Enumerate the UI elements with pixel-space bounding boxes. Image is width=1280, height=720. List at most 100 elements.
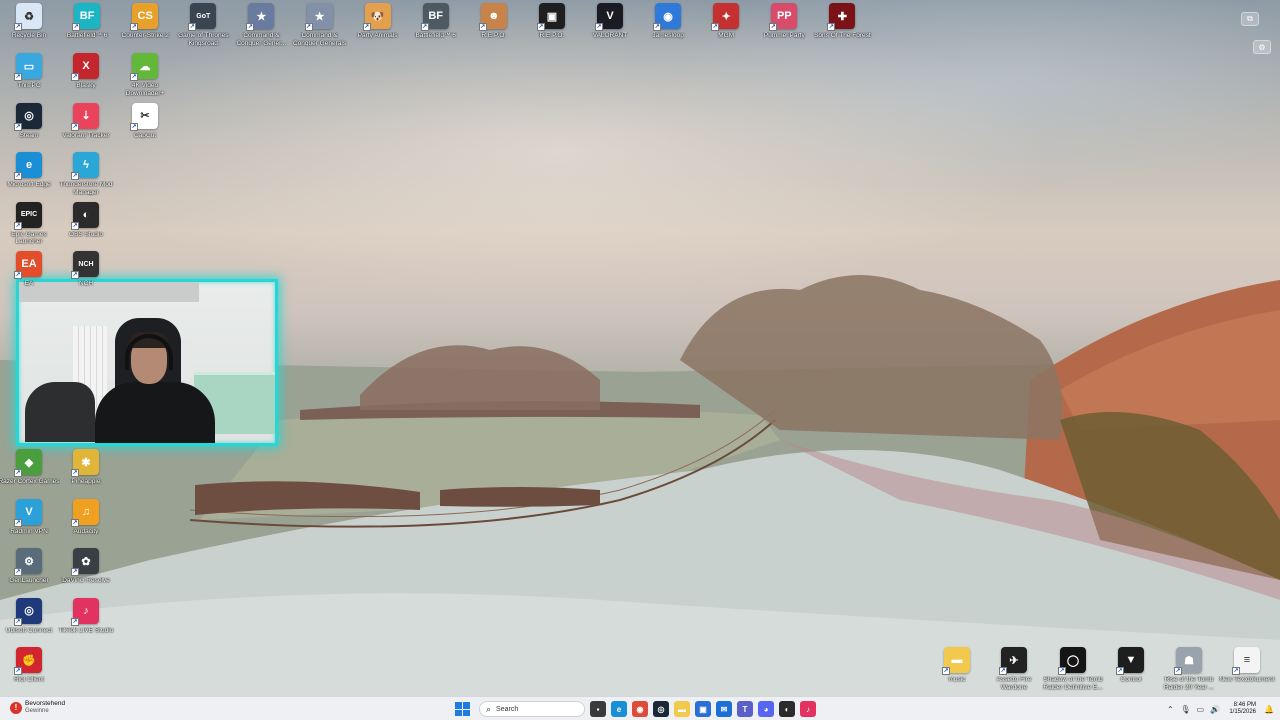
desktop-shortcut[interactable]: ▼ ↗ Control xyxy=(1102,647,1160,697)
desktop-shortcut-label: DaVinci Resolve xyxy=(62,577,110,584)
desktop-shortcut[interactable]: 🐶 ↗ Party Animals xyxy=(349,3,407,53)
taskbar-edge-icon[interactable]: e xyxy=(611,701,627,717)
desktop-shortcut[interactable]: V ↗ VALORANT xyxy=(581,3,639,53)
screen-share-icon[interactable]: ⧉ xyxy=(1241,12,1259,26)
desktop-shortcut[interactable]: BF ↗ Battlefield™ 6 xyxy=(58,3,116,53)
desktop-shortcut[interactable]: BF ↗ Battlefield™ 6 xyxy=(407,3,465,53)
shortcut-arrow-icon: ↗ xyxy=(71,172,79,180)
desktop-shortcut[interactable]: ◐ ↗ OBS Studio xyxy=(57,201,115,252)
taskbar-file-explorer-icon[interactable]: ▪ xyxy=(590,701,606,717)
desktop-shortcut-label: Counter-Strike 2 xyxy=(121,32,169,39)
desktop-shortcut[interactable]: ☻ ↗ R.E.P.O. xyxy=(465,3,523,53)
taskbar-chrome-icon[interactable]: ◉ xyxy=(632,701,648,717)
desktop-shortcut[interactable]: ✿ ↗ DaVinci Resolve xyxy=(57,548,115,598)
taskbar-center: ⌕ Search ▪ e ◉ ◎ ▬ ▣ ✉ T ◕ ◐ ♪ xyxy=(454,700,816,718)
clock[interactable]: 8:46 PM 1/15/2026 xyxy=(1229,702,1256,717)
4k-downloader-icon: ☁ ↗ xyxy=(130,53,158,81)
shortcut-arrow-icon: ↗ xyxy=(536,23,545,31)
desktop-shortcut[interactable]: EPIC ↗ Epic Games Launcher xyxy=(0,201,58,252)
shortcut-arrow-icon: ↗ xyxy=(653,23,662,31)
taskbar-mail-icon[interactable]: ✉ xyxy=(716,701,732,717)
taskbar-folder-icon[interactable]: ▬ xyxy=(674,701,690,717)
taskbar-discord-icon[interactable]: ◕ xyxy=(758,701,774,717)
desktop-shortcut[interactable]: ✂ ↗ CapCut xyxy=(116,102,174,153)
audacity-icon: ♫ ↗ xyxy=(71,498,99,527)
party-animals-icon: 🐶 ↗ xyxy=(362,3,391,31)
desktop-shortcut-label: GenLauncher xyxy=(9,577,49,584)
desktop-shortcut[interactable]: ϟ ↗ Thunderstore Mod Manager xyxy=(57,152,115,202)
desktop-shortcut[interactable]: ⚙ ↗ GenLauncher xyxy=(0,548,58,598)
desktop-shortcut[interactable]: V ↗ Radmin VPN xyxy=(0,498,58,549)
desktop-shortcut[interactable]: ✚ ↗ Sons Of The Forest xyxy=(813,3,871,53)
desktop-shortcut[interactable]: ♻ ↗ Recycle Bin xyxy=(0,3,58,53)
desktop-shortcut[interactable]: X ↗ Blasky xyxy=(57,53,115,103)
desktop-shortcut[interactable]: ☁ ↗ 4K Video Downloader+ xyxy=(116,53,174,103)
shortcut-arrow-icon: ↗ xyxy=(246,23,255,31)
weather-widget[interactable]: ! Bevorstehend Gewinne xyxy=(10,700,65,715)
volume-icon[interactable]: 🔊 xyxy=(1210,705,1220,714)
search-icon: ⌕ xyxy=(486,703,492,714)
taskbar-steam-icon[interactable]: ◎ xyxy=(653,701,669,717)
desktop-shortcut[interactable]: ◎ ↗ Steam xyxy=(0,102,58,153)
desktop-shortcut-label: Epic Games Launcher xyxy=(11,230,47,246)
cnc-generals-icon: ★ ↗ xyxy=(304,3,333,31)
desktop-shortcut-label: Game of Thrones Kingsroad xyxy=(178,32,229,47)
search-placeholder: Search xyxy=(496,705,519,713)
notification-bell-icon[interactable]: 🔔 xyxy=(1264,705,1274,714)
arm xyxy=(25,382,95,442)
taskbar-obs-icon[interactable]: ◐ xyxy=(779,701,795,717)
start-button[interactable] xyxy=(454,701,470,717)
chevron-up-icon[interactable]: ⌃ xyxy=(1165,705,1175,714)
desktop-shortcut-label: Command & Conquer Gener... xyxy=(236,32,287,47)
desktop-shortcut[interactable]: NCH ↗ NCH xyxy=(57,251,115,301)
desktop-shortcut[interactable]: ◉ ↗ Jamesloop xyxy=(639,3,697,53)
microphone-icon[interactable]: 🎙 xyxy=(1180,705,1190,714)
desktop-shortcut[interactable]: ★ ↗ Command & Conquer Generals xyxy=(291,3,349,53)
desktop-shortcut-label: Steam xyxy=(19,131,39,139)
valorant-icon: V ↗ xyxy=(595,3,623,31)
desktop-shortcut-label: Recycle Bin xyxy=(11,32,47,39)
shortcut-arrow-icon: ↗ xyxy=(1058,667,1066,675)
rise-tomb-raider-icon: ☗ ↗ xyxy=(1174,647,1202,675)
desktop-shortcut[interactable]: CS ↗ Counter-Strike 2 xyxy=(116,3,174,53)
desktop-shortcut[interactable]: ★ ↗ Command & Conquer Gener... xyxy=(232,3,290,53)
desktop-shortcut[interactable]: ⇣ ↗ Valorant Tracker xyxy=(57,102,115,153)
shortcut-arrow-icon: ↗ xyxy=(71,221,79,230)
desktop-shortcut-label: NCH xyxy=(78,280,94,287)
shortcut-arrow-icon: ↗ xyxy=(71,617,79,626)
desktop-shortcut-label: Radmin VPN xyxy=(10,527,48,535)
desktop-shortcut[interactable]: ✱ ↗ Pineapple xyxy=(57,449,115,499)
desktop-shortcut[interactable]: EA ↗ EA xyxy=(0,251,58,301)
desktop-shortcut[interactable]: e ↗ Microsoft Edge xyxy=(0,152,58,202)
taskbar: ! Bevorstehend Gewinne ⌕ Search ▪ e ◉ ◎ ▬ ▣ ✉ T… xyxy=(0,696,1280,720)
desktop-shortcut-label: Assetto Fire Wardone xyxy=(996,676,1032,691)
webcam-overlay xyxy=(16,279,278,446)
desktop-shortcut[interactable]: ◯ ↗ Shadow of the Tomb Raider Definitive E… xyxy=(1043,647,1103,697)
taskbar-teams-icon[interactable]: T xyxy=(737,701,753,717)
widget-settings-icon[interactable]: ⚙ xyxy=(1253,40,1271,54)
desktop-shortcut[interactable]: ✊ ↗ Riot Client xyxy=(0,647,58,697)
desktop-shortcut[interactable]: ▬ ↗ music xyxy=(928,647,986,697)
desktop-shortcut[interactable]: ≡ ↗ New Textdokument xyxy=(1218,647,1276,697)
desktop-shortcut[interactable]: ◆ ↗ Razer Cortex Games xyxy=(0,449,60,499)
network-icon[interactable]: ▭ xyxy=(1195,705,1205,714)
desktop-shortcut[interactable]: ♪ ↗ TikTok LIVE Studio xyxy=(57,597,115,648)
desktop-shortcut[interactable]: ✈ ↗ Assetto Fire Wardone xyxy=(985,647,1043,697)
desktop-shortcut-label: MGM xyxy=(718,32,735,39)
desktop-shortcut[interactable]: ◎ ↗ Ubisoft Connect xyxy=(0,597,58,648)
recycle-bin-icon: ♻ ↗ xyxy=(14,3,42,31)
desktop-shortcut[interactable]: GoT ↗ Game of Thrones Kingsroad xyxy=(174,3,232,53)
desktop-shortcut[interactable]: PP ↗ Pummel Party xyxy=(755,3,813,53)
taskbar-search[interactable]: ⌕ Search xyxy=(479,701,585,717)
desktop-shortcut[interactable]: ▣ ↗ R.E.P.O. xyxy=(523,3,581,53)
taskbar-tiktok-live-icon[interactable]: ♪ xyxy=(800,701,816,717)
desktop-shortcut[interactable]: ▭ ↗ This PC xyxy=(0,53,58,103)
counter-strike-icon: CS ↗ xyxy=(130,3,159,31)
shortcut-arrow-icon: ↗ xyxy=(420,23,429,31)
ubisoft-icon: ◎ ↗ xyxy=(14,597,42,626)
desktop-shortcut-label: Thunderstore Mod Manager xyxy=(59,181,113,196)
desktop-shortcut[interactable]: ✦ ↗ MGM xyxy=(697,3,755,53)
desktop-shortcut[interactable]: ☗ ↗ Rise of the Tomb Raider 20 Year ... xyxy=(1160,647,1218,697)
desktop-shortcut[interactable]: ♫ ↗ Audacity xyxy=(57,498,115,549)
taskbar-app-icon[interactable]: ▣ xyxy=(695,701,711,717)
